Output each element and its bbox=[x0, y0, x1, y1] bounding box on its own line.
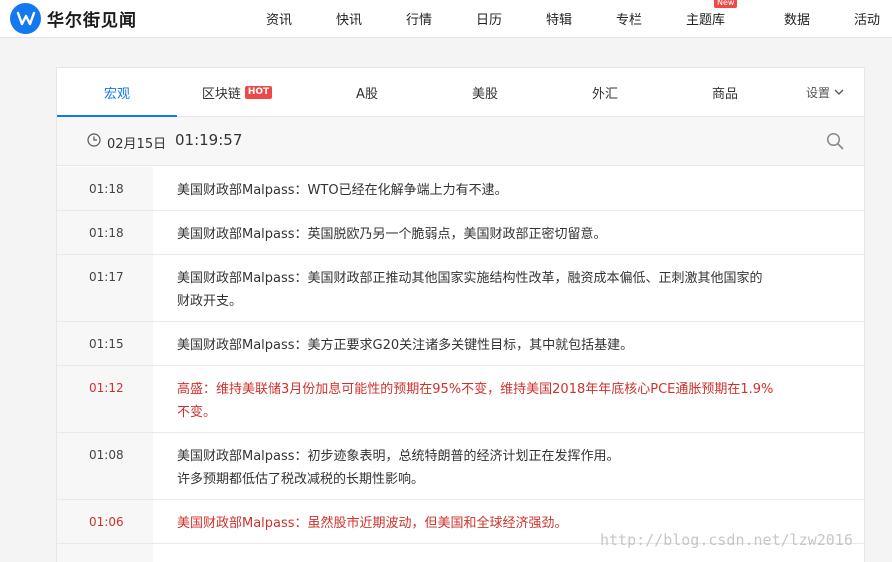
news-time: 01:15 bbox=[57, 322, 153, 365]
news-time: 01:06 bbox=[57, 500, 153, 543]
news-time: 01:08 bbox=[57, 433, 153, 499]
news-text-line: 不变。 bbox=[177, 405, 217, 420]
tab-label: 商品 bbox=[711, 86, 738, 102]
news-item[interactable]: 01:18 美国财政部Malpass：WTO已经在化解争端上力有不逮。 bbox=[57, 167, 864, 211]
tab-a-shares[interactable]: A股 bbox=[307, 68, 427, 116]
news-text-line: 美国财政部Malpass：WTO已经在化解争端上力有不逮。 bbox=[177, 183, 508, 198]
tab-commodities[interactable]: 商品 bbox=[665, 68, 785, 116]
time-bar: 02月15日 01:19:57 bbox=[57, 117, 864, 166]
news-text-line: 美国财政部Malpass：英国脱欧乃另一个脆弱点，美国财政部正密切留意。 bbox=[177, 227, 607, 242]
news-item[interactable]: 01:17 美国财政部Malpass：美国财政部正推动其他国家实施结构性改革，融资… bbox=[57, 255, 864, 322]
logo-icon bbox=[10, 2, 41, 34]
nav-topics[interactable]: 主题库 bbox=[686, 9, 725, 28]
clock-icon bbox=[87, 133, 101, 147]
news-item[interactable]: 01:08 美国财政部Malpass：初步迹象表明，总统特朗普的经济计划正在发挥作… bbox=[57, 433, 864, 500]
watermark: http://blog.csdn.net/lzw2016 bbox=[600, 531, 853, 549]
tab-us-stocks[interactable]: 美股 bbox=[425, 68, 545, 116]
news-text-line: 财政开支。 bbox=[177, 294, 243, 309]
nav-news[interactable]: 资讯 bbox=[266, 9, 292, 28]
news-text-line: 美国财政部Malpass：美国财政部正推动其他国家实施结构性改革，融资成本偏低、… bbox=[177, 271, 763, 286]
nav-events[interactable]: 活动 bbox=[854, 9, 880, 28]
tab-label: A股 bbox=[356, 86, 378, 102]
news-item[interactable]: 01:12 高盛：维持美联储3月份加息可能性的预期在95%不变，维持美国2018年… bbox=[57, 366, 864, 433]
settings-dropdown[interactable]: 设置 bbox=[806, 68, 844, 116]
hot-badge: HOT bbox=[244, 85, 273, 99]
news-text-line: 美国财政部Malpass：初步迹象表明，总统特朗普的经济计划正在发挥作用。 bbox=[177, 449, 620, 464]
news-text-line: 高盛：维持美联储3月份加息可能性的预期在95%不变，维持美国2018年年底核心P… bbox=[177, 382, 774, 397]
news-text: 美国财政部Malpass：英国脱欧乃另一个脆弱点，美国财政部正密切留意。 bbox=[177, 223, 817, 246]
nav-calendar[interactable]: 日历 bbox=[476, 9, 502, 28]
top-header: 华尔街见闻 资讯 快讯 行情 日历 特辑 专栏 主题库 New 数据 活动 bbox=[0, 0, 892, 38]
news-text: 美国财政部Malpass：WTO已经在化解争端上力有不逮。 bbox=[177, 179, 817, 202]
nav-data[interactable]: 数据 bbox=[784, 9, 810, 28]
nav-columns[interactable]: 专栏 bbox=[616, 9, 642, 28]
site-logo[interactable]: 华尔街见闻 bbox=[10, 2, 137, 34]
tab-blockchain[interactable]: 区块链 HOT bbox=[177, 68, 297, 116]
news-text: 美国财政部Malpass：初步迹象表明，总统特朗普的经济计划正在发挥作用。 许多预… bbox=[177, 445, 817, 491]
news-time: 01:17 bbox=[57, 255, 153, 321]
news-text-line: 许多预期都低估了税改减税的长期性影响。 bbox=[177, 472, 425, 487]
live-news-panel: 宏观 区块链 HOT A股 美股 外汇 商品 设置 02月15日 01:19:57… bbox=[56, 67, 865, 562]
nav-flash[interactable]: 快讯 bbox=[336, 9, 362, 28]
news-text: 美国财政部Malpass：美国财政部正推动其他国家实施结构性改革，融资成本偏低、… bbox=[177, 267, 817, 313]
search-icon[interactable] bbox=[826, 132, 844, 150]
current-time: 01:19:57 bbox=[175, 131, 243, 149]
news-item[interactable]: 01:18 美国财政部Malpass：英国脱欧乃另一个脆弱点，美国财政部正密切留意… bbox=[57, 211, 864, 255]
logo-text: 华尔街见闻 bbox=[47, 10, 137, 31]
new-badge: New bbox=[714, 0, 738, 8]
news-time: 01:12 bbox=[57, 366, 153, 432]
current-date: 02月15日 bbox=[107, 137, 167, 152]
nav-specials[interactable]: 特辑 bbox=[546, 9, 572, 28]
settings-label: 设置 bbox=[805, 85, 830, 100]
tab-label: 宏观 bbox=[103, 86, 130, 102]
tab-macro[interactable]: 宏观 bbox=[57, 68, 177, 117]
tab-label: 外汇 bbox=[591, 86, 618, 102]
chevron-down-icon bbox=[834, 89, 844, 95]
category-tabs: 宏观 区块链 HOT A股 美股 外汇 商品 设置 bbox=[57, 68, 864, 117]
news-time bbox=[57, 544, 153, 562]
news-text: 高盛：维持美联储3月份加息可能性的预期在95%不变，维持美国2018年年底核心P… bbox=[177, 378, 817, 424]
tab-label: 区块链 bbox=[201, 86, 241, 102]
nav-markets[interactable]: 行情 bbox=[406, 9, 432, 28]
news-text-line: 美国财政部Malpass：美方正要求G20关注诸多关键性目标，其中就包括基建。 bbox=[177, 338, 634, 353]
news-time: 01:18 bbox=[57, 211, 153, 254]
news-time: 01:18 bbox=[57, 167, 153, 210]
news-item[interactable]: 01:15 美国财政部Malpass：美方正要求G20关注诸多关键性目标，其中就包… bbox=[57, 322, 864, 366]
tab-forex[interactable]: 外汇 bbox=[545, 68, 665, 116]
tab-label: 美股 bbox=[471, 86, 498, 102]
news-text: 美国财政部Malpass：美方正要求G20关注诸多关键性目标，其中就包括基建。 bbox=[177, 334, 817, 357]
